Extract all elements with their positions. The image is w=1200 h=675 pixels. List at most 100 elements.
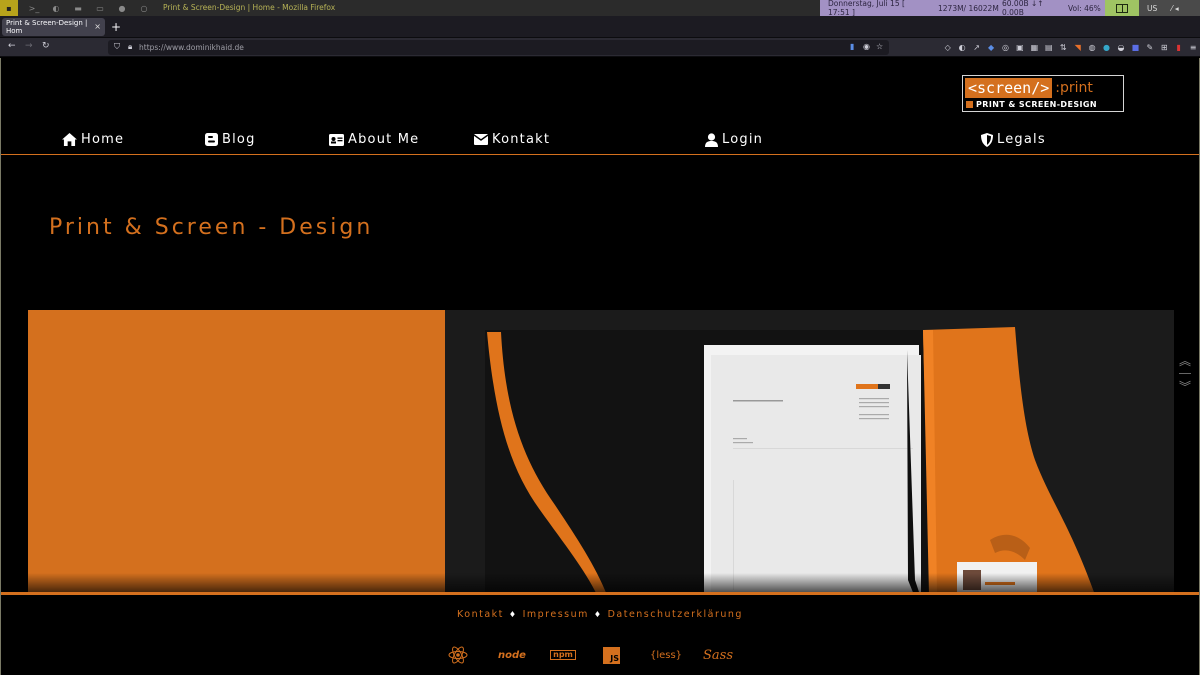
slide-up-icon[interactable]: ︽ (1178, 352, 1192, 369)
media-icon[interactable]: ▭ (90, 0, 110, 16)
firefox-icon[interactable]: ◐ (46, 0, 66, 16)
url-text[interactable]: https://www.dominikhaid.de (139, 43, 244, 52)
keyboard-layout-widget[interactable]: US ⁄ ◂ (1139, 0, 1200, 16)
nav-item-about-me[interactable]: About Me (329, 132, 419, 147)
nav-item-label: Home (81, 132, 125, 147)
system-top-bar: ▪ >_ ◐ ▬ ▭ ● ○ Print & Screen-Design | H… (0, 0, 1200, 17)
extension-icon[interactable]: ⊞ (1160, 42, 1169, 54)
extension-icon[interactable]: ↗ (972, 42, 981, 54)
sass-icon: Sass (703, 647, 733, 663)
footer-links: Kontakt ♦ Impressum ♦ Datenschutzerklärung (1, 609, 1199, 620)
extension-icon[interactable]: ▮ (1174, 42, 1183, 54)
extension-icon[interactable]: ✎ (1145, 42, 1154, 54)
react-icon (447, 643, 469, 667)
extension-icon[interactable]: ▣ (1015, 42, 1024, 54)
nav-item-label: Legals (997, 132, 1046, 147)
footer-separator-icon: ♦ (593, 610, 603, 619)
stationery-mockup-image (445, 310, 1174, 595)
extension-icon[interactable]: ■ (1131, 42, 1140, 54)
envelope-icon (474, 134, 488, 145)
extension-icon[interactable]: ▤ (1044, 42, 1053, 54)
layout-toggle-button[interactable] (1105, 0, 1139, 16)
nodejs-icon: node (498, 649, 526, 661)
forward-icon[interactable]: → (25, 41, 33, 51)
hero-image (445, 310, 1174, 595)
lock-icon[interactable]: 🔒︎ (128, 42, 132, 52)
site-logo[interactable]: <screen/> :print PRINT & SCREEN-DESIGN (962, 75, 1124, 112)
hero-slider[interactable] (28, 310, 1174, 595)
keyboard-layout-label: US (1147, 3, 1158, 13)
extension-icon[interactable]: ◒ (1116, 42, 1125, 54)
blogger-icon (205, 133, 218, 146)
nav-item-label: Blog (222, 132, 256, 147)
tray-icon[interactable]: ⁄ ◂ (1171, 4, 1178, 13)
new-tab-button[interactable]: + (111, 20, 121, 34)
page-content: <screen/> :print PRINT & SCREEN-DESIGN H… (0, 58, 1200, 675)
nav-item-home[interactable]: Home (62, 132, 124, 147)
reload-icon[interactable]: ↻ (42, 41, 50, 51)
page-title: Print & Screen - Design (49, 215, 374, 240)
nav-item-label: About Me (348, 132, 420, 147)
microphone-icon[interactable]: ● (112, 0, 132, 16)
logo-square (966, 101, 973, 108)
footer-separator-icon: ♦ (508, 610, 518, 619)
datetime-widget: Donnerstag, Juli 15 [ 17:51 ] (820, 0, 928, 17)
url-bar[interactable]: ⛉ 🔒︎ https://www.dominikhaid.de ▮ ◉ ☆ (108, 40, 889, 55)
folder-icon[interactable]: ▬ (68, 0, 88, 16)
volume-widget: Vol: 46% (1066, 0, 1105, 16)
less-icon: {less} (649, 649, 683, 661)
extension-icon[interactable]: ◎ (1001, 42, 1010, 54)
slider-controls: ︽ ︾ (1178, 352, 1192, 395)
slider-divider (1179, 373, 1191, 374)
id-card-icon (329, 133, 344, 146)
nav-item-kontakt[interactable]: Kontakt (474, 132, 550, 147)
nav-item-legals[interactable]: Legals (981, 132, 1046, 147)
extension-icon[interactable]: ● (1102, 42, 1111, 54)
main-navigation: Home Blog About Me Kontakt Login Legals (1, 128, 1199, 155)
nav-item-label: Kontakt (492, 132, 551, 147)
extension-icon[interactable]: ◥ (1073, 42, 1082, 54)
home-icon (62, 133, 77, 146)
footer-link-datenschutz[interactable]: Datenschutzerklärung (608, 609, 743, 620)
extension-icon[interactable]: ◉ (863, 42, 870, 51)
browser-nav-bar: ← → ↻ ⛉ 🔒︎ https://www.dominikhaid.de ▮ … (0, 38, 1200, 57)
chat-icon[interactable]: ○ (134, 0, 154, 16)
extension-icon[interactable]: ◍ (1087, 42, 1096, 54)
browser-tab[interactable]: Print & Screen-Design | Hom × (2, 18, 105, 36)
hero-orange-panel (28, 310, 445, 595)
footer-link-kontakt[interactable]: Kontakt (457, 609, 504, 620)
window-title: Print & Screen-Design | Home - Mozilla F… (163, 3, 336, 12)
npm-icon: npm (550, 643, 576, 667)
nav-item-blog[interactable]: Blog (205, 132, 256, 147)
back-icon[interactable]: ← (8, 41, 16, 51)
memory-widget: 1273M/ 16022M (928, 0, 1000, 16)
slide-down-icon[interactable]: ︾ (1178, 378, 1192, 395)
workspace-1-button[interactable]: ▪ (0, 0, 18, 16)
logo-print-text: :print (1055, 80, 1093, 96)
close-tab-icon[interactable]: × (94, 22, 101, 31)
logo-tagline: PRINT & SCREEN-DESIGN (976, 100, 1097, 109)
extension-icon[interactable]: ⇅ (1059, 42, 1068, 54)
footer-link-impressum[interactable]: Impressum (523, 609, 589, 620)
nav-item-label: Login (722, 132, 764, 147)
tracking-protection-icon[interactable]: ⛉ (114, 42, 120, 52)
extension-toolbar: ◇ ◐ ↗ ◆ ◎ ▣ ▦ ▤ ⇅ ◥ ◍ ● ◒ ■ ✎ ⊞ ▮ ≡ (943, 41, 1198, 54)
network-widget: 60.00B ↓↑ 0.00B (1000, 0, 1066, 17)
layout-icon (1116, 3, 1128, 13)
tab-title: Print & Screen-Design | Hom (6, 19, 88, 35)
terminal-icon[interactable]: >_ (24, 0, 44, 16)
site-footer: Kontakt ♦ Impressum ♦ Datenschutzerklärung n… (1, 592, 1199, 675)
javascript-icon: JS (603, 643, 620, 667)
extension-icon[interactable]: ◐ (957, 42, 966, 54)
extension-icon[interactable]: ▦ (1030, 42, 1039, 54)
bookmark-star-icon[interactable]: ☆ (876, 42, 883, 51)
user-icon (705, 132, 718, 147)
browser-tab-bar: Print & Screen-Design | Hom × + (0, 16, 1200, 38)
shield-icon (981, 132, 993, 147)
ublock-icon[interactable]: ◆ (986, 42, 995, 54)
pocket-icon[interactable]: ◇ (943, 42, 952, 54)
logo-screen-text: <screen/> (965, 78, 1053, 98)
nav-item-login[interactable]: Login (705, 132, 763, 147)
page-action-icon[interactable]: ▮ (850, 42, 854, 51)
menu-icon[interactable]: ≡ (1188, 42, 1197, 54)
